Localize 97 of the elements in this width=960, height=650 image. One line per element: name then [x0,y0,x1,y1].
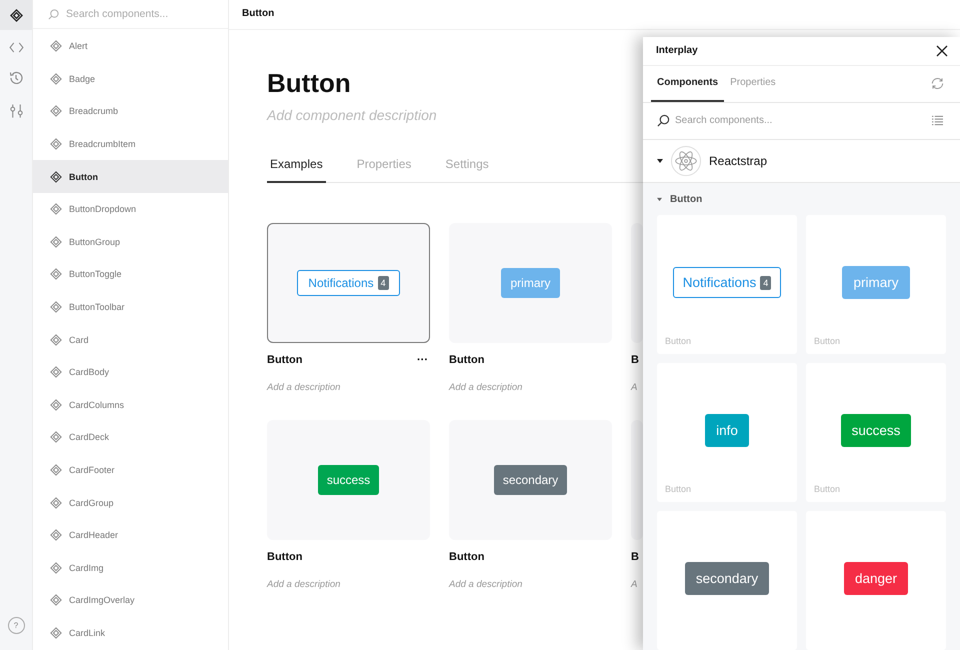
notifications-button[interactable]: Notifications 4 [297,270,400,296]
component-list-item[interactable]: CardImgOverlay [33,584,228,617]
example-title: B [631,354,639,366]
example-description[interactable]: Add a description [449,382,522,393]
sample-button[interactable]: danger [844,562,908,595]
component-list-item[interactable]: CardLink [33,616,228,650]
example-card[interactable]: Notifications 4 [267,223,430,343]
panel-title: Interplay [656,45,698,56]
example-description[interactable]: A [631,382,638,393]
component-card[interactable]: Notifications 4 Button [657,215,797,354]
component-icon [50,529,62,542]
example-title: Button [449,354,484,366]
card-label: Button [814,336,840,346]
sample-button[interactable]: secondary [684,562,770,595]
example-title: Button [449,551,484,563]
component-icon [50,626,62,639]
component-list-item[interactable]: Breadcrumb [33,95,228,128]
sliders-icon[interactable] [8,103,24,119]
component-icon [50,496,62,509]
card-label: Button [665,336,692,346]
panel-tab[interactable]: Properties [724,66,782,102]
component-icon [50,170,62,183]
logo-icon[interactable] [0,0,32,30]
sample-button[interactable]: success [840,414,912,447]
panel-tab[interactable]: Components [651,66,724,102]
sample-button[interactable]: secondary [494,465,568,495]
example-description[interactable]: Add a description [449,579,522,590]
help-button[interactable]: ? [8,617,24,634]
library-name[interactable]: Reactstrap [709,154,768,168]
component-icon [50,301,62,314]
component-card[interactable]: info Button [657,363,797,502]
component-icon [50,562,62,574]
sample-button[interactable]: success [318,465,380,495]
tab[interactable]: Examples [267,157,326,183]
component-icon [50,138,62,150]
component-list-item[interactable]: CardBody [33,356,228,389]
caret-icon[interactable] [657,158,663,164]
component-icon [50,431,62,444]
component-card[interactable]: danger [806,511,946,650]
search-field[interactable]: Search components... [643,102,960,140]
component-list-item[interactable]: CardGroup [33,486,228,519]
component-list-item[interactable]: CardFooter [33,454,228,486]
atom-icon [671,146,701,176]
component-icon [50,72,62,85]
count-badge: 4 [760,276,772,290]
example-description[interactable]: Add a description [267,579,340,590]
component-list-item[interactable]: BreadcrumbItem [33,128,228,160]
search-field[interactable]: Search components... [33,0,228,29]
example-card[interactable]: secondary [449,420,612,540]
page-breadcrumb: Button [229,0,960,30]
search-icon [657,114,670,128]
component-list-item[interactable]: Alert [33,30,228,63]
component-icon [50,236,62,248]
code-icon[interactable] [8,42,24,53]
component-icon [50,268,62,280]
section-label[interactable]: Button [670,194,702,204]
component-card[interactable]: secondary [657,511,797,650]
tab[interactable]: Settings [442,157,492,183]
component-list-item[interactable]: ButtonToggle [33,258,228,291]
example-description[interactable]: A [631,579,638,590]
refresh-icon[interactable] [930,76,945,92]
count-badge: 4 [378,276,389,290]
component-icon [50,40,62,52]
component-title: Button [267,68,351,98]
component-list-item[interactable]: Button [33,160,228,193]
search-icon [48,8,59,20]
card-label: Button [665,484,692,494]
component-list-item[interactable]: Badge [33,62,228,96]
component-list-item[interactable]: CardImg [33,552,228,584]
component-list-item[interactable]: ButtonGroup [33,226,228,258]
component-icon [50,464,62,476]
component-list-item[interactable]: CardHeader [33,518,228,552]
component-icon [50,105,62,118]
component-list-item[interactable]: CardDeck [33,421,228,454]
tab[interactable]: Properties [354,157,414,183]
example-card[interactable]: success [267,420,430,540]
example-title: Button [267,551,302,563]
component-icon [50,594,62,606]
example-title: Button [267,354,302,366]
component-icon [50,203,62,216]
component-icon [50,398,62,411]
component-icon [50,334,62,346]
history-icon[interactable] [8,70,24,86]
component-list-item[interactable]: CardColumns [33,388,228,422]
component-icon [50,366,62,378]
component-list-item[interactable]: ButtonToolbar [33,290,228,324]
more-button[interactable]: ··· [415,355,430,365]
component-card[interactable]: success Button [806,363,946,502]
component-list-item[interactable]: Card [33,323,228,356]
example-description[interactable]: Add a description [267,382,340,393]
component-list-item[interactable]: ButtonDropdown [33,192,228,226]
notifications-button[interactable]: Notifications 4 [672,267,782,298]
sample-button[interactable]: info [705,414,749,447]
list-icon[interactable] [931,115,944,126]
card-label: Button [814,484,840,494]
example-title: B [631,551,639,563]
close-icon[interactable] [936,44,948,57]
